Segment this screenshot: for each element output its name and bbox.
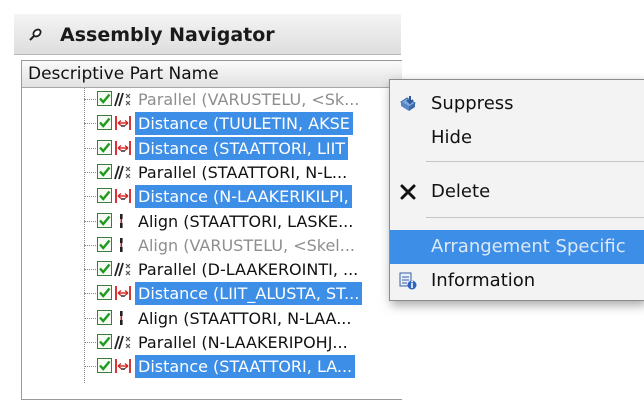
- tree-connector-line: [84, 342, 96, 343]
- tree-row-label: Distance (LIIT_ALUSTA, ST...: [135, 282, 363, 306]
- menu-separator: [426, 161, 644, 162]
- menu-item-hide-label: Hide: [431, 127, 473, 148]
- tree-row[interactable]: Parallel (STAATTORI, N-L...: [22, 161, 402, 185]
- align-constraint-icon: [113, 309, 133, 328]
- navigator-tree-panel[interactable]: Descriptive Part Name Parallel (VARUSTEL…: [21, 60, 402, 400]
- menu-item-hide[interactable]: Hide: [390, 121, 644, 155]
- constraint-checkbox[interactable]: [97, 91, 112, 106]
- tree-row[interactable]: Distance (N-LAAKERIKILPI,: [22, 185, 402, 209]
- align-constraint-icon: [113, 236, 133, 255]
- menu-item-information[interactable]: Information: [390, 264, 644, 298]
- distance-constraint-icon: [113, 139, 133, 158]
- tree-row[interactable]: Distance (STAATTORI, LIIT: [22, 136, 402, 161]
- tree-connector-line: [84, 147, 96, 149]
- column-header-label: Descriptive Part Name: [28, 64, 219, 84]
- tree-row-label: Distance (STAATTORI, LA...: [135, 355, 356, 379]
- align-constraint-icon: [113, 212, 133, 231]
- context-menu: Suppress Hide Delete Arrangement Specifi…: [389, 79, 644, 301]
- tree-connector-line: [84, 123, 96, 125]
- menu-item-delete-label: Delete: [431, 181, 491, 202]
- parallel-constraint-icon: [113, 163, 133, 182]
- tree-row-label: Align (VARUSTELU, <Skel...: [138, 235, 355, 255]
- menu-separator: [426, 217, 644, 218]
- tree-connector-line: [84, 317, 96, 319]
- parallel-constraint-icon: [113, 90, 133, 109]
- tree-row-label: Align (STAATTORI, N-LAA...: [138, 308, 352, 328]
- tree-row[interactable]: Distance (STAATTORI, LA...: [22, 355, 402, 379]
- tree-connector-line: [84, 366, 96, 368]
- constraint-checkbox[interactable]: [97, 358, 112, 374]
- tree-row-label: Parallel (N-LAAKERIPOHJ...: [138, 333, 348, 352]
- distance-constraint-icon: [113, 114, 133, 133]
- tree-row[interactable]: Align (VARUSTELU, <Skel...: [22, 234, 402, 258]
- constraint-checkbox[interactable]: [97, 309, 112, 325]
- tree-row[interactable]: Parallel (N-LAAKERIPOHJ...: [22, 331, 402, 355]
- delete-x-icon: [398, 182, 418, 202]
- tree-row-label: Align (STAATTORI, LASKE...: [138, 211, 354, 231]
- constraint-checkbox[interactable]: [97, 188, 112, 204]
- menu-item-suppress[interactable]: Suppress: [390, 87, 644, 121]
- tree-connector-line: [84, 293, 96, 295]
- tree-row[interactable]: Distance (LIIT_ALUSTA, ST...: [22, 282, 402, 306]
- tree-row-label: Distance (STAATTORI, LIIT: [135, 136, 349, 160]
- tree-connector-line: [84, 244, 96, 246]
- tree-connector-line: [84, 99, 96, 100]
- tree-row[interactable]: Align (STAATTORI, N-LAA...: [22, 307, 402, 331]
- distance-constraint-icon: [113, 284, 133, 303]
- parallel-constraint-icon: [113, 260, 133, 279]
- tree-row-label: Parallel (STAATTORI, N-L...: [138, 162, 348, 182]
- menu-item-arrangement-specific[interactable]: Arrangement Specific: [390, 230, 644, 264]
- tree-connector-line: [84, 269, 96, 271]
- tree-row[interactable]: Align (STAATTORI, LASKE...: [22, 210, 402, 234]
- navigator-title: Assembly Navigator: [60, 24, 275, 46]
- constraint-checkbox[interactable]: [97, 212, 112, 228]
- pin-icon[interactable]: [26, 26, 44, 44]
- tree-row[interactable]: Parallel (D-LAAKEROINTI, ...: [22, 258, 402, 282]
- tree-connector-line: [84, 196, 96, 198]
- parallel-constraint-icon: [113, 333, 133, 352]
- constraint-checkbox[interactable]: [97, 261, 112, 277]
- assembly-navigator-window: Assembly Navigator Descriptive Part Name…: [0, 0, 402, 401]
- navigator-title-bar: Assembly Navigator: [14, 14, 401, 55]
- information-icon: [398, 271, 418, 291]
- tree-row-label: Distance (TUULETIN, AKSE: [135, 112, 353, 136]
- tree-row[interactable]: Distance (TUULETIN, AKSE: [22, 112, 402, 136]
- suppress-icon: [398, 94, 418, 114]
- menu-item-delete[interactable]: Delete: [390, 175, 644, 209]
- distance-constraint-icon: [113, 187, 133, 206]
- constraint-checkbox[interactable]: [97, 115, 112, 131]
- menu-item-suppress-label: Suppress: [431, 93, 514, 114]
- menu-item-arrangement-specific-label: Arrangement Specific: [431, 236, 626, 257]
- tree-row-label: Distance (N-LAAKERIKILPI,: [135, 185, 352, 209]
- tree-connector-line: [84, 220, 96, 222]
- constraint-checkbox[interactable]: [97, 139, 112, 155]
- constraint-checkbox[interactable]: [97, 334, 112, 349]
- tree-row-label: Parallel (D-LAAKEROINTI, ...: [138, 260, 359, 280]
- tree-connector-line: [84, 171, 96, 173]
- constraint-checkbox[interactable]: [97, 163, 112, 179]
- tree-row[interactable]: Parallel (VARUSTELU, <Sk...: [22, 88, 402, 112]
- menu-item-information-label: Information: [431, 270, 536, 291]
- constraint-checkbox[interactable]: [97, 236, 112, 252]
- column-header[interactable]: Descriptive Part Name: [22, 61, 402, 88]
- distance-constraint-icon: [113, 357, 133, 376]
- tree-row-label: Parallel (VARUSTELU, <Sk...: [138, 90, 360, 109]
- constraint-checkbox[interactable]: [97, 285, 112, 301]
